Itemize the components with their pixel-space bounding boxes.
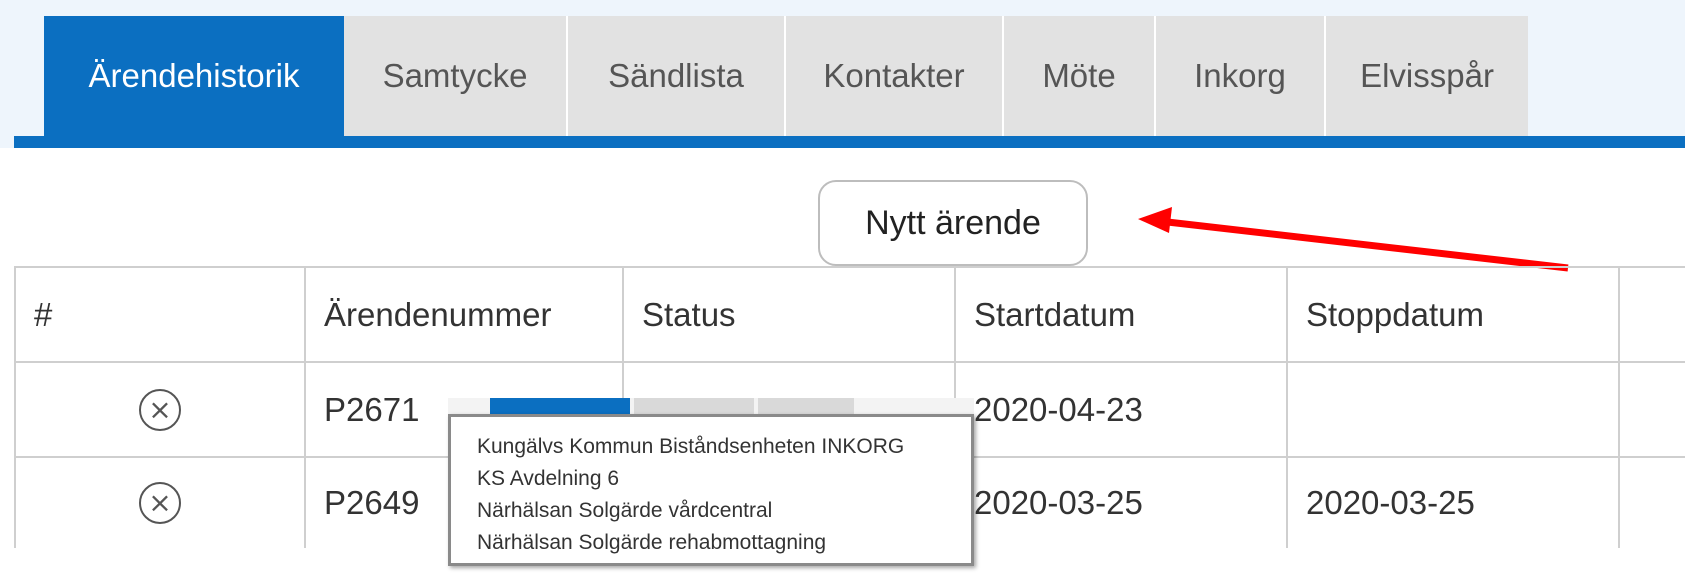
tab-sandlista[interactable]: Sändlista <box>568 16 786 136</box>
tab-kontakter[interactable]: Kontakter <box>786 16 1004 136</box>
tab-arendehistorik[interactable]: Ärendehistorik <box>44 16 344 136</box>
column-header-index: # <box>14 266 306 363</box>
column-header-status[interactable]: Status <box>622 266 956 363</box>
extra-cell <box>1618 456 1685 548</box>
start-date-cell: 2020-04-23 <box>954 361 1288 458</box>
tab-inkorg[interactable]: Inkorg <box>1156 16 1326 136</box>
start-date-cell: 2020-03-25 <box>954 456 1288 548</box>
tab-elvisspar[interactable]: Elvisspår <box>1326 16 1528 136</box>
recipients-tooltip: Kungälvs Kommun Biståndsenheten INKORG K… <box>448 414 974 566</box>
stop-date-cell: 2020-03-25 <box>1286 456 1620 548</box>
column-header-start-date[interactable]: Startdatum <box>954 266 1288 363</box>
extra-cell <box>1618 361 1685 458</box>
ghost-tab <box>758 398 854 414</box>
close-circle-icon[interactable]: × <box>139 482 181 524</box>
arrow-shaft <box>1149 216 1569 272</box>
row-action-cell: × <box>14 456 306 548</box>
new-case-button[interactable]: Nytt ärende <box>818 180 1088 266</box>
column-header-extra <box>1618 266 1685 363</box>
stop-date-cell <box>1286 361 1620 458</box>
row-action-cell: × <box>14 361 306 458</box>
table-header-row: # Ärendenummer Status Startdatum Stoppda… <box>14 266 1685 363</box>
tab-bar: Ärendehistorik Samtycke Sändlista Kontak… <box>0 0 1685 148</box>
column-header-case-number[interactable]: Ärendenummer <box>304 266 624 363</box>
tab-samtycke[interactable]: Samtycke <box>344 16 568 136</box>
tooltip-line: Närhälsan Solgärde vårdcentral <box>477 499 773 522</box>
tooltip-line: Kungälvs Kommun Biståndsenheten INKORG <box>477 435 905 458</box>
tab-underline <box>14 136 1685 148</box>
column-header-stop-date[interactable]: Stoppdatum <box>1286 266 1620 363</box>
arrow-head <box>1138 207 1172 233</box>
tooltip-line: Närhälsan Solgärde rehabmottagning <box>477 531 827 554</box>
ghost-tab <box>634 398 754 414</box>
overlapped-thumbnail-strip <box>448 398 974 414</box>
ghost-tab-active <box>490 398 630 414</box>
tooltip-line: KS Avdelning 6 <box>477 467 620 490</box>
close-circle-icon[interactable]: × <box>139 388 181 431</box>
tab-mote[interactable]: Möte <box>1004 16 1156 136</box>
